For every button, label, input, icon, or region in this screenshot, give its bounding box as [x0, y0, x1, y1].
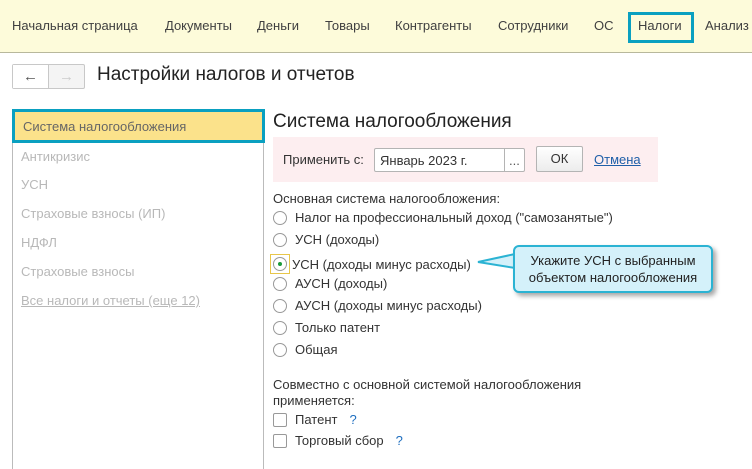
forward-button[interactable]: → [49, 65, 84, 88]
sidebar-item-usn[interactable]: УСН [21, 177, 48, 192]
menu-counterparties[interactable]: Контрагенты [395, 18, 472, 33]
back-button[interactable]: ← [13, 65, 49, 88]
sidebar-item-insurance[interactable]: Страховые взносы [21, 264, 134, 279]
checkbox-trade-fee[interactable]: Торговый сбор? [273, 433, 403, 448]
sidebar-all-taxes-link[interactable]: Все налоги и отчеты (еще 12) [21, 293, 200, 308]
page-title: Настройки налогов и отчетов [97, 64, 355, 85]
menu-documents[interactable]: Документы [165, 18, 232, 33]
checkbox-icon [273, 433, 287, 448]
radio-ausn-income[interactable]: АУСН (доходы) [273, 276, 387, 291]
radio-label: УСН (доходы) [295, 232, 380, 247]
callout-pointer [477, 252, 516, 270]
radio-label: АУСН (доходы) [295, 276, 388, 291]
choose-date-button[interactable]: ... [504, 149, 524, 171]
radio-usn-income[interactable]: УСН (доходы) [273, 232, 379, 247]
radio-label: Налог на профессиональный доход ("самоза… [295, 210, 613, 225]
sidebar-item-ndfl[interactable]: НДФЛ [21, 235, 57, 250]
apply-date-field[interactable]: Январь 2023 г. ... [374, 148, 525, 172]
menu-employees[interactable]: Сотрудники [498, 18, 568, 33]
sidebar-item-insurance-ip[interactable]: Страховые взносы (ИП) [21, 206, 165, 221]
menu-money[interactable]: Деньги [257, 18, 299, 33]
radio-label: АУСН (доходы минус расходы) [295, 298, 482, 313]
radio-focus-frame [270, 254, 290, 274]
section-title: Система налогообложения [273, 111, 512, 132]
radio-general[interactable]: Общая [273, 342, 338, 357]
radio-npd[interactable]: Налог на профессиональный доход ("самоза… [273, 210, 613, 225]
radio-ausn-income-minus-expenses[interactable]: АУСН (доходы минус расходы) [273, 298, 482, 313]
radio-icon [273, 320, 287, 335]
radio-icon [273, 342, 287, 357]
menu-fixed-assets[interactable]: ОС [594, 18, 614, 33]
sidebar-item-anticrisis[interactable]: Антикризис [21, 149, 90, 164]
menu-analysis[interactable]: Анализ [705, 18, 749, 33]
checkbox-patent[interactable]: Патент? [273, 412, 357, 427]
ok-button[interactable]: ОК [536, 146, 583, 172]
help-icon[interactable]: ? [349, 412, 356, 427]
help-icon[interactable]: ? [396, 433, 403, 448]
sidebar-item-tax-system[interactable]: Система налогообложения [12, 109, 265, 143]
apply-date-value[interactable]: Январь 2023 г. [375, 149, 504, 171]
checkbox-icon [273, 412, 287, 427]
callout-tooltip: Укажите УСН с выбранным объектом налогоо… [513, 245, 713, 293]
apply-label: Применить с: [283, 152, 364, 167]
nav-buttons: ← → [12, 64, 85, 89]
radio-patent-only[interactable]: Только патент [273, 320, 380, 335]
menu-home[interactable]: Начальная страница [12, 18, 138, 33]
radio-icon [273, 210, 287, 225]
menu-goods[interactable]: Товары [325, 18, 370, 33]
main-system-label: Основная система налогообложения: [273, 191, 501, 206]
radio-label: Общая [295, 342, 338, 357]
radio-icon [273, 232, 287, 247]
cancel-link[interactable]: Отмена [594, 152, 641, 167]
joint-label: Совместно с основной системой налогообло… [273, 377, 582, 408]
radio-usn-income-minus-expenses[interactable]: УСН (доходы минус расходы) [270, 254, 471, 274]
radio-label: УСН (доходы минус расходы) [292, 256, 471, 272]
radio-icon [273, 298, 287, 313]
radio-icon [273, 276, 287, 291]
checkbox-label: Патент [295, 412, 338, 427]
menu-taxes-highlight [628, 12, 694, 43]
radio-selected-icon [273, 257, 287, 271]
radio-label: Только патент [295, 320, 381, 335]
checkbox-label: Торговый сбор [295, 433, 384, 448]
